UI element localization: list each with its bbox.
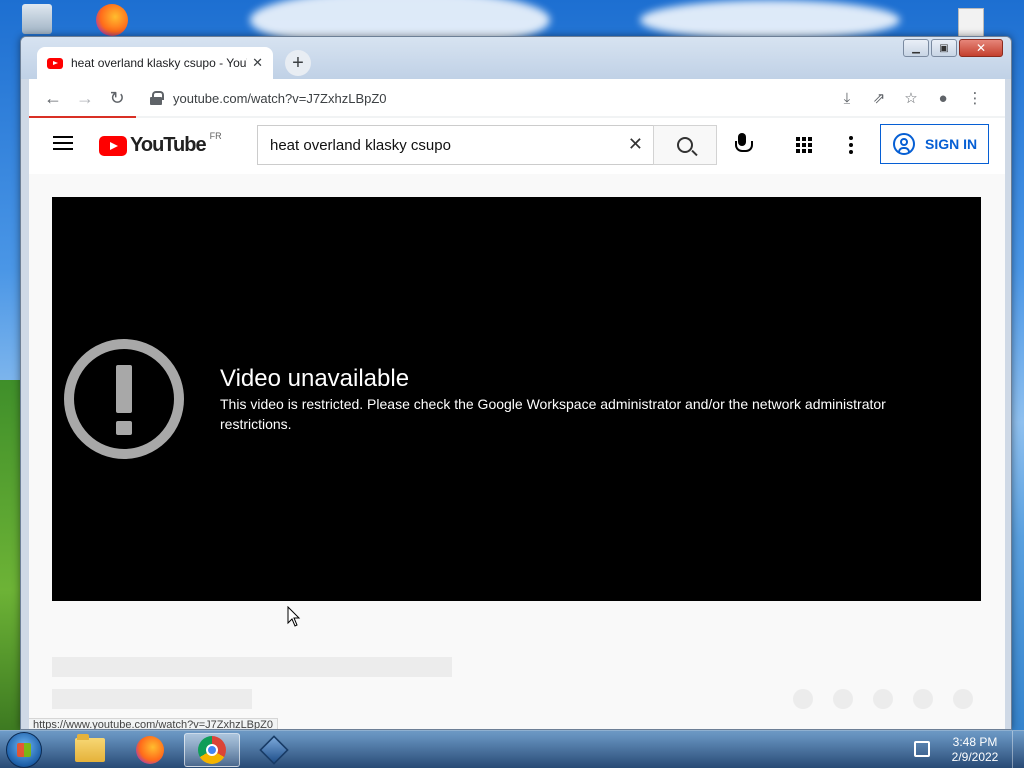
error-title: Video unavailable [220,365,410,392]
youtube-logo[interactable]: YouTube FR [99,130,222,157]
taskbar-virtualbox[interactable] [246,733,302,767]
reload-icon: ↻ [109,87,125,108]
tab-title: heat overland klasky csupo - YouTube [71,56,247,70]
search-input[interactable]: heat overland klasky csupo ✕ [257,125,653,165]
url-text[interactable]: youtube.com/watch?v=J7ZxhzLBpZ0 [173,91,387,106]
recycle-bin-icon[interactable] [22,4,52,34]
sign-in-button[interactable]: SIGN IN [880,124,989,164]
minimize-icon: ▁ [912,42,920,54]
search-button[interactable] [653,125,717,165]
youtube-play-icon [99,135,127,156]
install-icon[interactable]: ⤓ [831,90,863,107]
chrome-icon [198,736,226,764]
taskbar: 3:48 PM 2/9/2022 [0,730,1024,768]
taskbar-chrome[interactable] [184,733,240,767]
tab-close-icon[interactable]: ✕ [252,55,263,71]
start-button[interactable] [6,732,42,768]
window-controls: ▁ ▣ ✕ [901,39,1003,57]
new-tab-button[interactable]: + [285,50,311,76]
action-placeholder [833,689,853,709]
browser-toolbar: ← → ↻ youtube.com/watch?v=J7ZxhzLBpZ0 ⤓ … [29,79,1005,117]
address-bar[interactable]: youtube.com/watch?v=J7ZxhzLBpZ0 ⤓ ⇗ ☆ ● … [141,83,991,113]
desktop-cloud [640,0,900,40]
action-placeholder [953,689,973,709]
menu-icon[interactable] [53,136,73,150]
more-options-icon[interactable] [849,136,853,154]
meta-placeholder [52,689,252,709]
reload-button[interactable]: ↻ [101,82,133,114]
youtube-header: YouTube FR heat overland klasky csupo ✕ … [29,118,1005,174]
show-desktop-button[interactable] [1012,731,1024,768]
youtube-favicon-icon [47,57,63,69]
browser-window: heat overland klasky csupo - YouTube ✕ +… [20,36,1012,730]
clear-icon[interactable]: ✕ [628,134,643,155]
browser-tab-active[interactable]: heat overland klasky csupo - YouTube ✕ [37,47,273,79]
search-query[interactable]: heat overland klasky csupo [270,137,451,154]
clock-date: 2/9/2022 [951,750,999,764]
firefox-icon [136,736,164,764]
network-icon[interactable] [914,741,930,757]
country-code: FR [209,130,222,141]
action-placeholder [793,689,813,709]
action-placeholder [873,689,893,709]
mic-icon[interactable] [735,133,753,157]
close-icon: ✕ [975,41,987,55]
share-icon[interactable]: ⇗ [863,89,895,107]
forward-arrow-icon: → [76,87,94,108]
error-exclamation-icon [64,339,184,459]
address-bar-actions: ⤓ ⇗ ☆ ● ⋮ [831,83,991,113]
clock-time: 3:48 PM [952,735,998,749]
minimize-button[interactable]: ▁ [903,39,929,57]
title-placeholder [52,657,452,677]
browser-titlebar: heat overland klasky csupo - YouTube ✕ +… [21,37,1011,79]
back-button[interactable]: ← [37,82,69,114]
profile-icon[interactable]: ● [927,90,959,107]
link-status-bar: https://www.youtube.com/watch?v=J7ZxhzLB… [29,718,278,729]
account-icon [893,133,915,155]
folder-icon [75,734,105,762]
search-icon [677,137,693,153]
maximize-button[interactable]: ▣ [931,39,957,57]
video-player[interactable]: Video unavailable This video is restrict… [52,197,981,601]
taskbar-explorer[interactable] [62,733,118,767]
taskbar-clock[interactable]: 3:48 PM 2/9/2022 [944,735,1006,765]
youtube-page: YouTube FR heat overland klasky csupo ✕ … [29,118,1005,729]
maximize-icon: ▣ [939,42,949,54]
sign-in-label: SIGN IN [925,136,978,152]
youtube-logo-text: YouTube [130,134,207,156]
firefox-desktop-icon[interactable] [96,4,128,36]
error-message: This video is restricted. Please check t… [220,396,886,432]
mouse-cursor-icon [287,605,301,628]
apps-grid-icon[interactable] [796,137,812,153]
virtualbox-icon [259,735,289,765]
taskbar-firefox[interactable] [122,733,178,767]
browser-menu-icon[interactable]: ⋮ [959,89,991,107]
plus-icon: + [292,51,304,74]
action-placeholder [913,689,933,709]
file-desktop-icon[interactable] [958,8,984,38]
lock-icon[interactable] [149,91,164,105]
forward-button[interactable]: → [69,82,101,114]
star-icon[interactable]: ☆ [895,89,927,107]
back-arrow-icon: ← [44,87,62,108]
close-window-button[interactable]: ✕ [959,39,1003,57]
